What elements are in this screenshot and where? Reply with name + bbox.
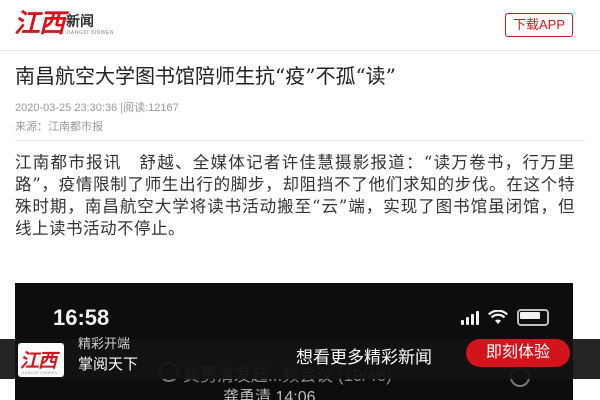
banner-logo-wordmark: 江西 bbox=[20, 350, 57, 372]
publish-datetime: 2020-03-25 23:30:36 bbox=[15, 102, 118, 114]
app-logo[interactable]: 江西 新闻 JIANGXI XINWEN bbox=[14, 11, 114, 37]
top-header: 江西 新闻 JIANGXI XINWEN 下载APP bbox=[0, 0, 600, 51]
banner-slogan-line2: 掌阅天下 bbox=[78, 356, 139, 373]
banner-slogan-line1: 精彩开端 bbox=[78, 336, 131, 351]
phone-status-time: 16:58 bbox=[53, 305, 110, 330]
meeting-subtitle: 龚勇清 14:06 bbox=[223, 389, 316, 400]
banner-promo-text: 想看更多精彩新闻 bbox=[296, 348, 432, 367]
logo-side: 新闻 JIANGXI XINWEN bbox=[66, 14, 114, 37]
banner-logo-english: JIANGXI XINWEN bbox=[21, 370, 58, 375]
try-now-button[interactable]: 即刻体验 bbox=[466, 339, 570, 367]
article-title: 南昌航空大学图书馆陪师生抗“疫”不孤“读” bbox=[15, 64, 396, 88]
logo-english-text: JIANGXI XINWEN bbox=[66, 30, 114, 36]
download-app-button[interactable]: 下载APP bbox=[505, 13, 573, 37]
battery-icon bbox=[517, 309, 549, 326]
logo-news-text: 新闻 bbox=[66, 14, 95, 30]
article-source: 来源：江南都市报 bbox=[15, 121, 103, 133]
app-promo-banner[interactable]: 江西 JIANGXI XINWEN 精彩开端 掌阅天下 想看更多精彩新闻 即刻体… bbox=[0, 336, 600, 379]
divider bbox=[15, 140, 585, 141]
article-meta: 2020-03-25 23:30:36 |阅读:12167 bbox=[15, 101, 179, 115]
article-body: 江南都市报讯 舒越、全媒体记者许佳慧摄影报道：“读万卷书，行万里路”，疫情限制了… bbox=[15, 153, 575, 238]
wifi-icon bbox=[488, 310, 508, 324]
logo-wordmark: 江西 bbox=[14, 9, 65, 39]
cell-signal-icon bbox=[461, 310, 479, 325]
read-count: |阅读:12167 bbox=[120, 102, 179, 114]
phone-status-icons bbox=[461, 309, 549, 326]
banner-app-icon: 江西 JIANGXI XINWEN bbox=[18, 343, 64, 377]
